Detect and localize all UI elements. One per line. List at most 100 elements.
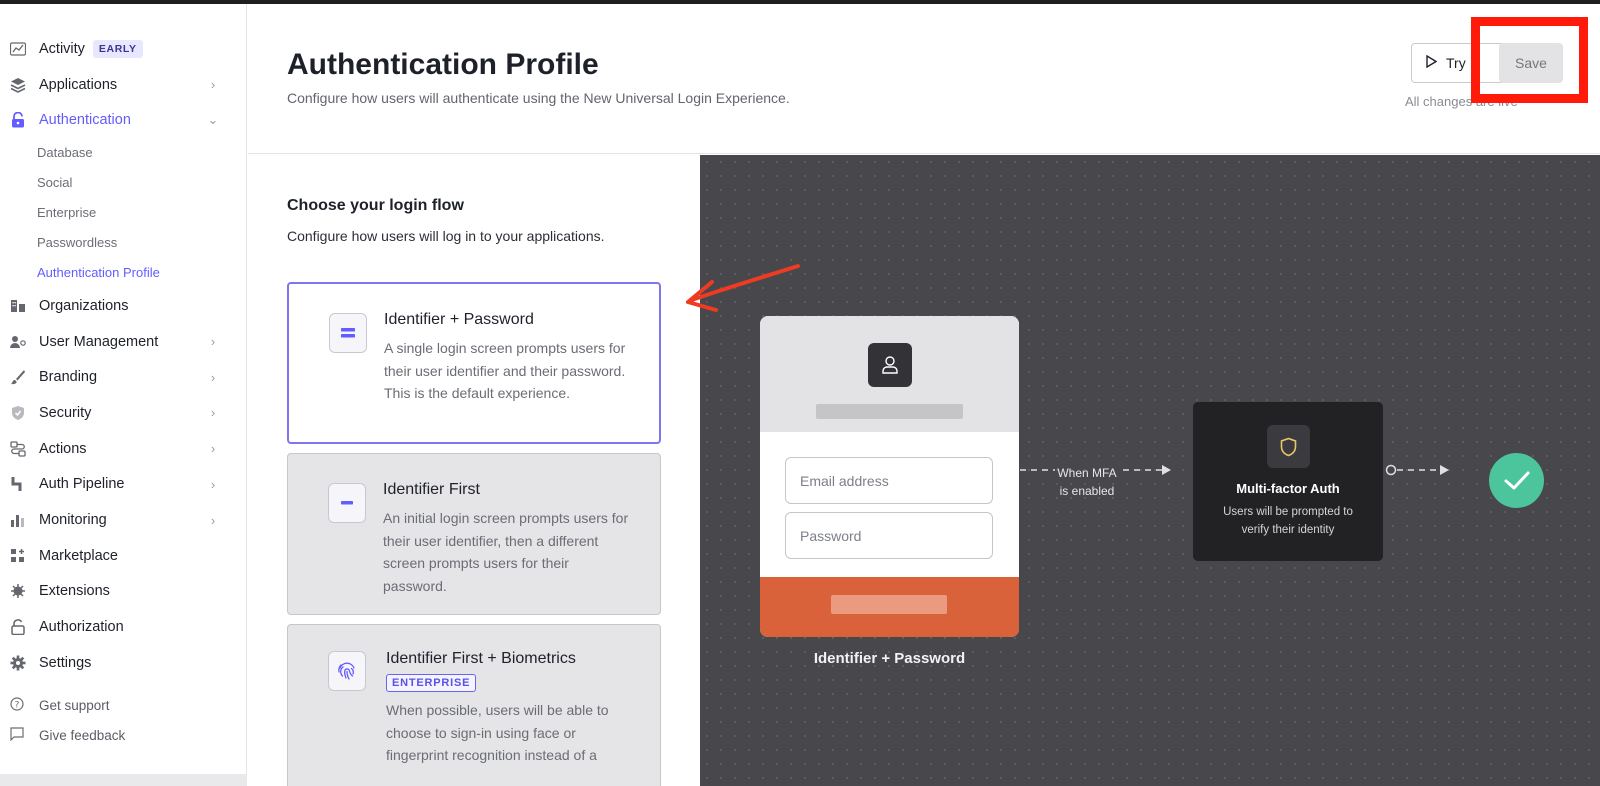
sidebar-item-authentication[interactable]: Authentication ⌄ bbox=[0, 102, 246, 138]
chevron-right-icon: › bbox=[210, 405, 216, 421]
login-flow-title: Choose your login flow bbox=[287, 197, 464, 214]
applications-icon bbox=[9, 76, 27, 94]
svg-text:?: ? bbox=[15, 701, 20, 711]
user-icon bbox=[868, 343, 912, 387]
user-management-icon bbox=[9, 333, 27, 351]
sidebar-subitem-social[interactable]: Social bbox=[0, 168, 246, 198]
sidebar-item-security[interactable]: Security › bbox=[0, 395, 246, 431]
sidebar-subitem-passwordless[interactable]: Passwordless bbox=[0, 228, 246, 258]
sidebar-item-label: Extensions bbox=[39, 583, 110, 600]
success-check-icon bbox=[1489, 453, 1544, 508]
option-title: Identifier First bbox=[383, 481, 480, 498]
sidebar-subitem-authentication-profile[interactable]: Authentication Profile bbox=[0, 258, 246, 288]
mfa-step-box: Multi-factor Auth Users will be prompted… bbox=[1193, 402, 1383, 561]
sidebar-item-user-management[interactable]: User Management › bbox=[0, 324, 246, 360]
sidebar-item-label: Applications bbox=[39, 76, 118, 93]
chevron-right-icon: › bbox=[210, 334, 216, 350]
organizations-icon bbox=[9, 297, 27, 315]
shield-icon bbox=[1267, 425, 1310, 468]
chevron-right-icon: › bbox=[210, 441, 216, 457]
mockup-password-field: Password bbox=[785, 512, 993, 559]
sidebar-item-label: Settings bbox=[39, 654, 92, 671]
chevron-right-icon: › bbox=[210, 77, 216, 93]
sidebar-subitem-enterprise[interactable]: Enterprise bbox=[0, 198, 246, 228]
sidebar-item-applications[interactable]: Applications › bbox=[0, 67, 246, 103]
sidebar-item-label: Actions bbox=[39, 440, 87, 457]
give-feedback-link[interactable]: Give feedback bbox=[0, 721, 246, 751]
option-description: When possible, users will be able to cho… bbox=[386, 702, 609, 763]
pipeline-icon bbox=[9, 475, 27, 493]
extensions-icon bbox=[9, 582, 27, 600]
play-icon bbox=[1426, 54, 1438, 71]
mockup-caption: Identifier + Password bbox=[813, 650, 966, 667]
sidebar-item-label: User Management bbox=[39, 333, 159, 350]
option-identifier-password[interactable]: Identifier + Password A single login scr… bbox=[287, 282, 661, 444]
page-title: Authentication Profile bbox=[287, 48, 599, 81]
annotation-highlight-box bbox=[1471, 17, 1588, 103]
option-identifier-first-biometrics[interactable]: Identifier First + Biometrics ENTERPRISE… bbox=[287, 624, 661, 786]
flow-preview-panel: Email address Password Identifier + Pass… bbox=[700, 155, 1600, 786]
sidebar-item-auth-pipeline[interactable]: Auth Pipeline › bbox=[0, 467, 246, 503]
chevron-down-icon: ⌄ bbox=[207, 112, 219, 128]
sidebar-item-label: Auth Pipeline bbox=[39, 476, 125, 493]
sidebar-item-authorization[interactable]: Authorization bbox=[0, 609, 246, 645]
sidebar-item-marketplace[interactable]: Marketplace bbox=[0, 538, 246, 574]
login-flow-subtitle: Configure how users will log in to your … bbox=[287, 228, 605, 244]
mfa-condition-label: When MFA is enabled bbox=[1042, 464, 1132, 500]
identifier-password-icon bbox=[329, 313, 367, 353]
footer-item-label: Get support bbox=[39, 698, 110, 714]
enterprise-badge: ENTERPRISE bbox=[386, 674, 477, 692]
sidebar-item-actions[interactable]: Actions › bbox=[0, 431, 246, 467]
sidebar-item-organizations[interactable]: Organizations bbox=[0, 288, 246, 324]
try-button-label: Try bbox=[1446, 55, 1466, 71]
option-title: Identifier + Password bbox=[384, 311, 534, 328]
option-identifier-first[interactable]: Identifier First An initial login screen… bbox=[287, 453, 661, 615]
mfa-condition-line: is enabled bbox=[1059, 484, 1115, 498]
sidebar-item-label: Authorization bbox=[39, 619, 124, 636]
sidebar: Activity EARLY Applications › Authentica… bbox=[0, 4, 247, 774]
option-title: Identifier First + Biometrics bbox=[386, 650, 576, 667]
sidebar-item-label: Authentication bbox=[39, 112, 131, 129]
mfa-condition-line: When MFA bbox=[1057, 466, 1117, 480]
sidebar-item-label: Marketplace bbox=[39, 547, 118, 564]
mockup-submit-area bbox=[760, 577, 1019, 637]
get-support-link[interactable]: ? Get support bbox=[0, 691, 246, 721]
marketplace-icon bbox=[9, 547, 27, 565]
identifier-first-icon bbox=[328, 483, 366, 523]
login-flow-panel: Choose your login flow Configure how use… bbox=[248, 155, 700, 786]
mfa-description: Users will be prompted to verify their i… bbox=[1223, 506, 1353, 536]
unlock-icon bbox=[9, 618, 27, 636]
sidebar-item-branding[interactable]: Branding › bbox=[0, 359, 246, 395]
lock-icon bbox=[9, 111, 27, 129]
fingerprint-icon bbox=[328, 651, 366, 691]
sidebar-item-monitoring[interactable]: Monitoring › bbox=[0, 502, 246, 538]
mfa-title: Multi-factor Auth bbox=[1236, 481, 1340, 496]
sidebar-item-label: Monitoring bbox=[39, 512, 107, 529]
sidebar-item-activity[interactable]: Activity EARLY bbox=[0, 31, 246, 67]
activity-icon bbox=[9, 40, 27, 58]
sidebar-item-extensions[interactable]: Extensions bbox=[0, 574, 246, 610]
shield-icon bbox=[9, 404, 27, 422]
mockup-submit-button bbox=[831, 595, 947, 614]
gear-icon bbox=[9, 654, 27, 672]
sidebar-item-label: Activity bbox=[39, 40, 85, 57]
message-icon bbox=[10, 727, 27, 744]
sidebar-item-label: Branding bbox=[39, 369, 98, 386]
page-header: Authentication Profile Configure how use… bbox=[248, 4, 1600, 154]
sidebar-item-settings[interactable]: Settings bbox=[0, 645, 246, 681]
chevron-right-icon: › bbox=[210, 476, 216, 492]
sidebar-item-label: Security bbox=[39, 404, 92, 421]
monitoring-icon bbox=[9, 511, 27, 529]
brush-icon bbox=[9, 368, 27, 386]
chevron-right-icon: › bbox=[210, 512, 216, 528]
sidebar-bottom-strip bbox=[0, 774, 247, 786]
early-badge: EARLY bbox=[92, 39, 143, 58]
mockup-header bbox=[760, 316, 1019, 432]
chevron-right-icon: › bbox=[210, 369, 216, 385]
help-circle-icon: ? bbox=[10, 697, 27, 714]
sidebar-item-label: Organizations bbox=[39, 297, 129, 314]
mockup-title-placeholder bbox=[816, 404, 963, 419]
sidebar-subitem-database[interactable]: Database bbox=[0, 138, 246, 168]
mockup-email-field: Email address bbox=[785, 457, 993, 504]
login-screen-mockup: Email address Password bbox=[760, 316, 1019, 637]
